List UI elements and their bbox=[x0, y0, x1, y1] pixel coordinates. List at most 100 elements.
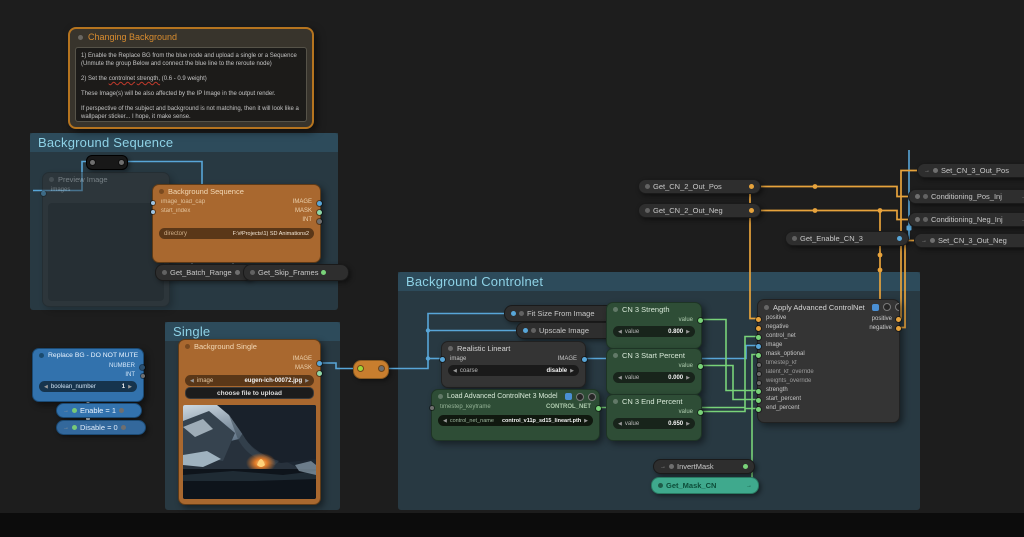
input-port-dot[interactable] bbox=[756, 344, 761, 349]
port-int-out[interactable]: INT bbox=[302, 216, 312, 225]
node-preview-image[interactable]: Preview Image images bbox=[41, 172, 170, 307]
badge-icon[interactable] bbox=[894, 303, 899, 311]
output-port-dot[interactable] bbox=[749, 208, 754, 213]
output-port-dot[interactable] bbox=[596, 406, 601, 411]
node-set-cn3-out-neg[interactable]: → Set_CN_3_Out_Neg bbox=[914, 233, 1024, 248]
output-port-dot[interactable] bbox=[582, 357, 587, 362]
input-port-dot[interactable] bbox=[915, 194, 920, 199]
output-port-dot[interactable] bbox=[897, 236, 902, 241]
port-int-out[interactable]: INT bbox=[125, 371, 135, 380]
port-weights-override-in[interactable]: weights_override bbox=[766, 377, 811, 386]
node-get-cn2-out-pos[interactable]: Get_CN_2_Out_Pos bbox=[638, 179, 761, 194]
widget-controlnet-name[interactable]: ◀ control_net_name control_v11p_sd15_line… bbox=[438, 415, 593, 426]
port-timestep-kf-in[interactable]: timestep_kf bbox=[766, 359, 797, 368]
input-port-dot[interactable] bbox=[756, 353, 761, 358]
input-port-dot[interactable] bbox=[930, 238, 935, 243]
node-set-cn3-out-pos[interactable]: → Set_CN_3_Out_Pos bbox=[917, 163, 1024, 178]
badge-icon[interactable] bbox=[575, 392, 584, 401]
node-realistic-lineart[interactable]: Realistic Lineart image IMAGE ◀ coarse di… bbox=[440, 341, 587, 388]
port-positive-out[interactable]: positive bbox=[872, 315, 892, 324]
input-port-dot[interactable] bbox=[669, 464, 674, 469]
output-port-dot[interactable] bbox=[698, 318, 703, 323]
node-cn3-end-percent[interactable]: CN 3 End Percent value ◀ value 0.650 ▶ bbox=[606, 394, 703, 441]
widget-value[interactable]: ◀ value 0.000 ▶ bbox=[613, 372, 695, 383]
input-port-dot[interactable] bbox=[430, 406, 434, 410]
pin-badge-icon[interactable] bbox=[871, 303, 879, 311]
node-load-advanced-controlnet[interactable]: Load Advanced ControlNet 3 Model timeste… bbox=[430, 389, 601, 441]
port-image-out[interactable]: IMAGE bbox=[558, 355, 577, 364]
widget-image-file[interactable]: ◀ image eugen-ich-00072.jpg ▶ bbox=[185, 375, 314, 386]
node-apply-advanced-controlnet[interactable]: Apply Advanced ControlNet positive negat… bbox=[756, 299, 901, 423]
port-mask-optional-in[interactable]: mask_optional bbox=[766, 350, 805, 359]
output-port-dot[interactable] bbox=[743, 464, 748, 469]
input-port-dot[interactable] bbox=[756, 326, 761, 331]
input-port-dot[interactable] bbox=[756, 317, 761, 322]
port-images[interactable]: images bbox=[43, 186, 169, 195]
note-text[interactable]: 1) Enable the Replace BG from the blue n… bbox=[75, 47, 307, 122]
output-port-dot[interactable] bbox=[234, 270, 240, 275]
node-get-skip-frames[interactable]: Get_Skip_Frames bbox=[243, 264, 349, 281]
widget-coarse[interactable]: ◀ coarse disable ▶ bbox=[448, 365, 579, 376]
note-node-changing-background[interactable]: Changing Background 1) Enable the Replac… bbox=[68, 27, 314, 129]
node-get-mask-cn[interactable]: Get_Mask_CN → bbox=[651, 477, 759, 494]
input-port-dot[interactable] bbox=[523, 328, 528, 333]
node-cn3-strength[interactable]: CN 3 Strength value ◀ value 0.800 ▶ bbox=[606, 302, 703, 349]
input-port-dot[interactable] bbox=[151, 201, 155, 205]
collapse-dot-icon[interactable] bbox=[78, 34, 83, 40]
port-controlnet-out[interactable]: CONTROL_NET bbox=[546, 403, 591, 412]
node-conditioning-pos-inj[interactable]: Conditioning_Pos_Inj → bbox=[908, 189, 1024, 204]
node-cn3-start-percent[interactable]: CN 3 Start Percent value ◀ value 0.000 ▶ bbox=[606, 348, 703, 395]
widget-boolean-number[interactable]: ◀ boolean_number 1 ▶ bbox=[39, 381, 137, 392]
input-port-dot[interactable] bbox=[933, 168, 938, 173]
node-disable[interactable]: → Disable = 0 bbox=[56, 420, 146, 435]
port-mask-out[interactable]: MASK bbox=[295, 364, 312, 373]
badge-icon[interactable] bbox=[587, 392, 596, 401]
node-background-sequence[interactable]: Background Sequence image_load_cap IMAGE… bbox=[151, 184, 322, 263]
node-conditioning-neg-inj[interactable]: Conditioning_Neg_Inj → bbox=[908, 212, 1024, 227]
output-port-dot[interactable] bbox=[140, 365, 145, 370]
port-negative-out[interactable]: negative bbox=[869, 324, 892, 333]
node-get-cn2-out-neg[interactable]: Get_CN_2_Out_Neg bbox=[638, 203, 761, 218]
node-get-batch-range[interactable]: Get_Batch_Range bbox=[155, 264, 253, 281]
port-start-percent-in[interactable]: start_percent bbox=[766, 395, 801, 404]
node-enable[interactable]: → Enable = 1 bbox=[56, 403, 142, 418]
port-number-out[interactable]: NUMBER bbox=[109, 362, 135, 371]
output-port-dot[interactable] bbox=[698, 410, 703, 415]
port-image-out[interactable]: IMAGE bbox=[293, 198, 312, 207]
input-port-dot[interactable] bbox=[756, 335, 761, 340]
widget-value[interactable]: ◀ value 0.800 ▶ bbox=[613, 326, 695, 337]
output-port-dot[interactable] bbox=[749, 184, 754, 189]
output-port-dot[interactable] bbox=[141, 374, 145, 378]
input-port-dot[interactable] bbox=[41, 191, 46, 196]
output-port-dot[interactable] bbox=[317, 361, 322, 366]
reroute-node-muted[interactable] bbox=[353, 360, 389, 379]
port-latent-kf-override-in[interactable]: latent_kf_override bbox=[766, 368, 814, 377]
output-port-dot[interactable] bbox=[896, 326, 901, 331]
input-port-dot[interactable] bbox=[440, 357, 445, 362]
port-control-net-in[interactable]: control_net bbox=[766, 332, 796, 341]
input-port-dot[interactable] bbox=[757, 362, 761, 367]
output-port-dot[interactable] bbox=[321, 270, 327, 275]
input-port-dot[interactable] bbox=[915, 217, 920, 222]
comfyui-canvas[interactable]: { "note": { "title": "Changing Backgroun… bbox=[0, 0, 1024, 537]
input-port-dot[interactable] bbox=[511, 311, 516, 316]
port-image-in[interactable]: image bbox=[450, 355, 466, 364]
port-image-load-cap[interactable]: image_load_cap bbox=[161, 198, 205, 207]
output-port-dot[interactable] bbox=[317, 219, 322, 224]
node-get-enable-cn3[interactable]: Get_Enable_CN_3 bbox=[785, 231, 909, 246]
port-mask-out[interactable]: MASK bbox=[295, 207, 312, 216]
port-strength-in[interactable]: strength bbox=[766, 386, 788, 395]
pin-badge-icon[interactable] bbox=[564, 393, 572, 400]
output-port-dot[interactable] bbox=[698, 364, 703, 369]
port-negative-in[interactable]: negative bbox=[766, 323, 789, 332]
widget-value[interactable]: ◀ value 0.650 ▶ bbox=[613, 418, 695, 429]
output-port-dot[interactable] bbox=[317, 201, 322, 206]
port-image-out[interactable]: IMAGE bbox=[293, 355, 312, 364]
node-invert-mask[interactable]: → InvertMask bbox=[653, 459, 755, 474]
node-replace-bg[interactable]: Replace BG - DO NOT MUTE NUMBER INT ◀ boo… bbox=[32, 348, 145, 402]
port-value-out[interactable]: value bbox=[679, 316, 693, 325]
widget-directory[interactable]: directory F:\#Projects\1) SD Animations2 bbox=[159, 228, 314, 239]
port-value-out[interactable]: value bbox=[679, 408, 693, 417]
port-value-out[interactable]: value bbox=[679, 362, 693, 371]
output-port-dot[interactable] bbox=[317, 371, 322, 376]
